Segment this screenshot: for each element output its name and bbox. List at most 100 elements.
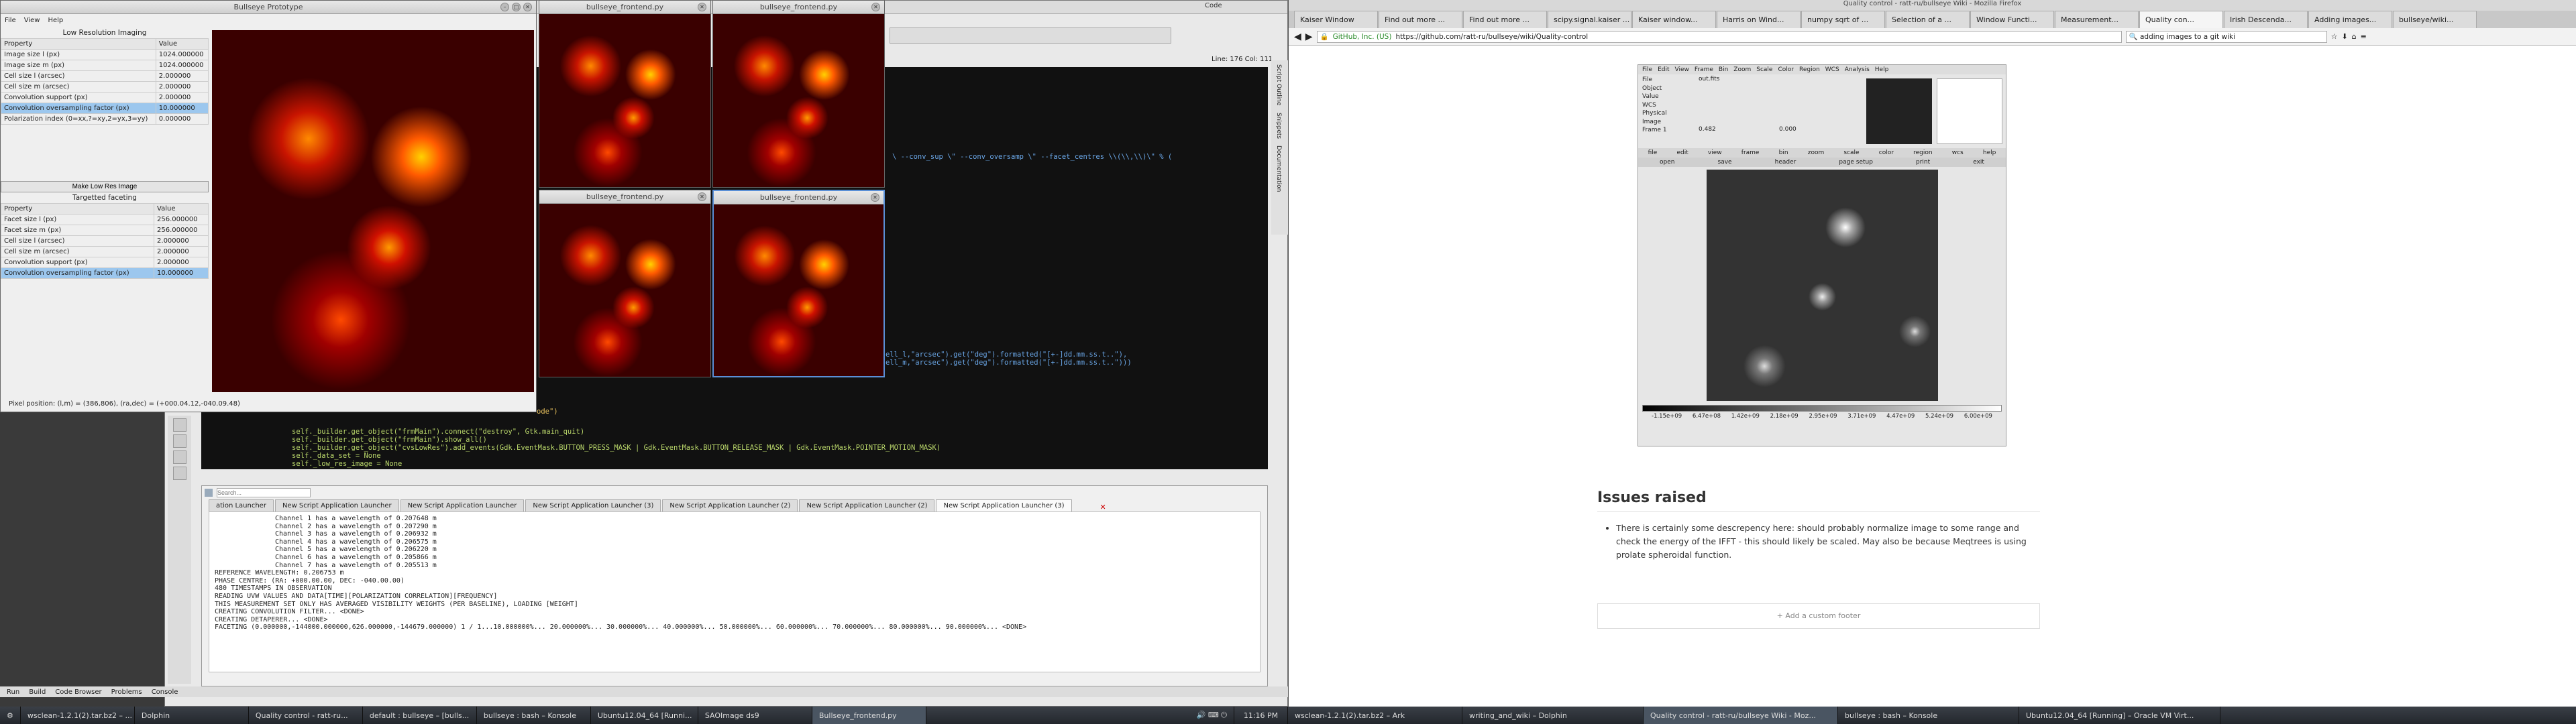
ds9-button[interactable]: frame — [1741, 149, 1760, 156]
browser-tab[interactable]: Kaiser window... — [1632, 11, 1716, 28]
table-row[interactable]: Convolution support (px) 2.000000 — [0, 257, 209, 268]
minimize-icon[interactable]: – — [500, 3, 509, 11]
search-field[interactable]: 🔍 adding images to a git wiki — [2125, 30, 2327, 43]
run-tab[interactable]: Run — [7, 688, 19, 696]
table-row-selected[interactable]: Convolution oversampling factor (px) 10.0… — [1, 103, 209, 114]
console-icon[interactable] — [205, 489, 213, 497]
window-titlebar[interactable]: bullseye_frontend.py ✕ — [539, 1, 710, 14]
browser-tab[interactable]: Kaiser Window — [1294, 11, 1378, 28]
table-row-selected[interactable]: Convolution oversampling factor (px) 10.0… — [0, 267, 209, 279]
firefox-titlebar[interactable]: Quality control - ratt-ru/bullseye Wiki … — [1289, 0, 2576, 11]
facet-image[interactable] — [713, 14, 884, 187]
taskbar-item[interactable]: wsclean-1.2.1(2).tar.bz2 – Ark — [1288, 707, 1462, 724]
close-icon[interactable]: ✕ — [871, 3, 880, 11]
low-res-table[interactable]: Property Value Image size l (px) 1024.0000… — [1, 38, 209, 125]
ds9-button[interactable]: edit — [1676, 149, 1688, 156]
home-icon[interactable]: ⌂ — [2352, 32, 2357, 41]
table-row[interactable]: Convolution support (px) 2.000000 — [1, 92, 209, 103]
console-tab[interactable]: New Script Application Launcher (2) — [799, 499, 935, 511]
browser-tab[interactable]: Selection of a ... — [1886, 11, 1970, 28]
browser-tab[interactable]: Harris on Wind... — [1717, 11, 1801, 28]
close-icon[interactable]: ✕ — [698, 192, 706, 201]
taskbar-item-active[interactable]: Quality control - ratt-ru/bullseye Wiki … — [1644, 707, 1838, 724]
facet-image[interactable] — [539, 204, 710, 377]
menu-help[interactable]: Help — [48, 17, 63, 24]
table-row[interactable]: Facet size m (px) 256.000000 — [0, 225, 209, 236]
app-menu-icon[interactable]: ⚙ — [0, 707, 21, 724]
table-row[interactable]: Cell size m (arcsec) 2.000000 — [1, 81, 209, 93]
tool-button[interactable] — [172, 418, 186, 432]
table-row[interactable]: Cell size m (arcsec) 2.000000 — [0, 246, 209, 257]
console-tab[interactable]: New Script Application Launcher — [274, 499, 399, 511]
console-tab[interactable]: New Script Application Launcher (3) — [525, 499, 661, 511]
tool-button[interactable] — [172, 450, 186, 464]
console-tab-bottom[interactable]: Console — [152, 688, 178, 696]
menu-icon[interactable]: ≡ — [2361, 32, 2367, 41]
make-low-res-image-button[interactable]: Make Low Res Image — [1, 181, 209, 192]
taskbar-item[interactable]: wsclean-1.2.1(2).tar.bz2 – ... — [21, 707, 135, 724]
close-icon[interactable]: ✕ — [1100, 503, 1106, 511]
taskbar-item[interactable]: Dolphin — [135, 707, 249, 724]
browser-tab[interactable]: Window Functi... — [1970, 11, 2054, 28]
maximize-icon[interactable]: □ — [512, 3, 521, 11]
taskbar-item[interactable]: Ubuntu12.04_64 [Running] – Oracle VM Vir… — [2019, 707, 2220, 724]
ds9-button[interactable]: scale — [1843, 149, 1859, 156]
console-tab[interactable]: ation Launcher — [209, 499, 274, 511]
ds9-button[interactable]: region — [1913, 149, 1932, 156]
table-row[interactable]: Cell size l (arcsec) 2.000000 — [1, 70, 209, 82]
build-tab[interactable]: Build — [29, 688, 46, 696]
ds9-button[interactable]: bin — [1779, 149, 1788, 156]
browser-tab-active[interactable]: Quality con... — [2139, 11, 2223, 28]
ds9-button[interactable]: wcs — [1952, 149, 1964, 156]
ds9-button[interactable]: print — [1916, 159, 1930, 166]
menu-view[interactable]: View — [24, 17, 40, 24]
browser-tab[interactable]: Find out more ... — [1463, 11, 1547, 28]
console-tab[interactable]: New Script Application Launcher (2) — [662, 499, 798, 511]
browser-tab[interactable]: Find out more ... — [1379, 11, 1462, 28]
menu-file[interactable]: File — [5, 17, 16, 24]
taskbar-item[interactable]: Ubuntu12.04_64 [Runni... — [591, 707, 698, 724]
browser-tab[interactable]: Measurement... — [2055, 11, 2139, 28]
console-tab-active[interactable]: New Script Application Launcher (3) — [936, 499, 1072, 511]
taskbar-item[interactable]: writing_and_wiki – Dolphin — [1462, 707, 1644, 724]
close-icon[interactable]: ✕ — [698, 3, 706, 11]
url-bar[interactable]: 🔒 GitHub, Inc. (US) https://github.com/r… — [1316, 30, 2122, 43]
window-titlebar[interactable]: Bullseye Prototype – □ ✕ — [1, 1, 536, 14]
taskbar-item[interactable]: bullseye : bash – Konsole — [477, 707, 591, 724]
ds9-button[interactable]: help — [1983, 149, 1996, 156]
low-res-image-canvas[interactable] — [212, 30, 534, 392]
forward-icon[interactable]: ▶ — [1305, 32, 1313, 42]
browser-tab[interactable]: Adding images... — [2308, 11, 2392, 28]
ds9-button[interactable]: zoom — [1808, 149, 1825, 156]
ds9-button[interactable]: open — [1660, 159, 1674, 166]
bookmark-icon[interactable]: ☆ — [2331, 32, 2338, 41]
table-row[interactable]: Facet size l (px) 256.000000 — [0, 214, 209, 225]
window-titlebar[interactable]: bullseye_frontend.py ✕ — [539, 190, 710, 204]
code-browser-tab[interactable]: Code Browser — [55, 688, 101, 696]
facet-image[interactable] — [539, 14, 710, 187]
back-icon[interactable]: ◀ — [1294, 32, 1301, 42]
ds9-button[interactable]: save — [1718, 159, 1732, 166]
table-row[interactable]: Polarization index (0=xx,?=xy,2=yx,3=yy)… — [1, 113, 209, 125]
table-row[interactable]: Image size m (px) 1024.000000 — [1, 60, 209, 71]
ds9-button[interactable]: color — [1879, 149, 1894, 156]
tool-button[interactable] — [172, 467, 186, 480]
sidebar-tab-script-outline[interactable]: Script Outline — [1275, 64, 1282, 106]
taskbar-item[interactable]: bullseye : bash – Konsole — [1838, 707, 2019, 724]
taskbar-item[interactable]: SAOImage ds9 — [698, 707, 812, 724]
downloads-icon[interactable]: ⬇ — [2341, 32, 2347, 41]
ds9-button[interactable]: exit — [1973, 159, 1984, 166]
browser-tab[interactable]: bullseye/wiki... — [2393, 11, 2477, 28]
facet-image[interactable] — [714, 204, 883, 376]
ds9-button[interactable]: file — [1648, 149, 1658, 156]
taskbar-item-active[interactable]: Bullseye_frontend.py — [812, 707, 926, 724]
ds9-button[interactable]: header — [1775, 159, 1796, 166]
tool-button[interactable] — [172, 434, 186, 448]
taskbar-item[interactable]: default : bullseye – [bulls... — [363, 707, 477, 724]
table-row[interactable]: Image size l (px) 1024.000000 — [1, 49, 209, 60]
window-titlebar[interactable]: bullseye_frontend.py ✕ — [714, 191, 883, 204]
close-icon[interactable]: ✕ — [871, 193, 879, 202]
close-icon[interactable]: ✕ — [523, 3, 532, 11]
browser-tab[interactable]: numpy sqrt of ... — [1801, 11, 1885, 28]
ide-code-button[interactable]: Code — [1205, 2, 1222, 9]
